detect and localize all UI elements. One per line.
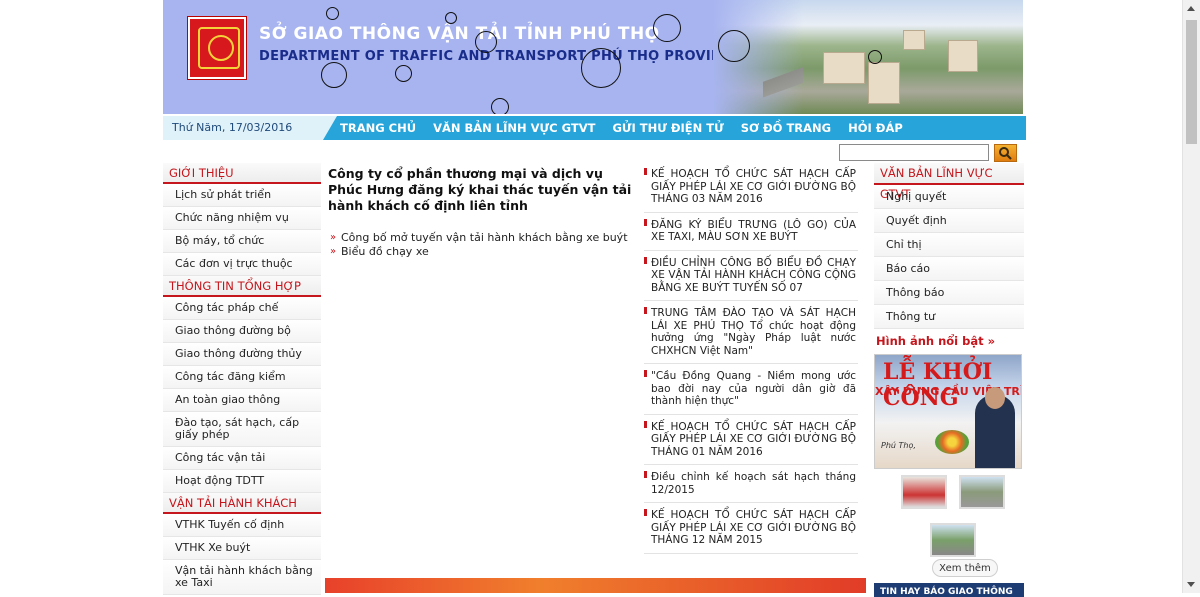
doc-item-circular[interactable]: Thông tư xyxy=(874,305,1024,329)
highlight-images-title[interactable]: Hình ảnh nổi bật » xyxy=(874,334,1024,348)
sidebar-item-history[interactable]: Lịch sử phát triển xyxy=(163,184,321,207)
news-feed-bar[interactable]: TIN HAY BÁO GIAO THÔNG xyxy=(874,583,1024,597)
provincial-emblem-icon[interactable] xyxy=(188,17,246,79)
related-link[interactable]: Công bố mở tuyến vận tải hành khách bằng… xyxy=(328,231,634,245)
speaker-figure xyxy=(975,387,1015,468)
news-item[interactable]: ĐIỀU CHỈNH CÔNG BỐ BIỂU ĐỒ CHẠY XE VẬN T… xyxy=(644,255,858,301)
nav-home[interactable]: TRANG CHỦ xyxy=(340,116,416,140)
nav-sitemap[interactable]: SƠ ĐỒ TRANG xyxy=(741,116,831,140)
annotation-circle xyxy=(321,62,347,88)
related-links: Công bố mở tuyến vận tải hành khách bằng… xyxy=(328,231,634,259)
scroll-up-icon[interactable] xyxy=(1187,6,1195,11)
annotation-circle xyxy=(475,31,497,53)
related-link[interactable]: Biểu đồ chạy xe xyxy=(328,245,634,259)
featured-headline[interactable]: Công ty cổ phần thương mại và dịch vụ Ph… xyxy=(328,166,634,214)
doc-item-report[interactable]: Báo cáo xyxy=(874,257,1024,281)
news-item[interactable]: KẾ HOẠCH TỔ CHỨC SÁT HẠCH CẤP GIẤY PHÉP … xyxy=(644,419,858,465)
sidebar-item-units[interactable]: Các đơn vị trực thuộc xyxy=(163,253,321,276)
gallery-thumbnail[interactable] xyxy=(930,523,976,557)
news-item[interactable]: KẾ HOẠCH TỔ CHỨC SÁT HẠCH CẤP GIẤY PHÉP … xyxy=(644,507,858,554)
annotation-circle xyxy=(326,7,339,20)
sidebar-item-fixed-route[interactable]: VTHK Tuyến cố định xyxy=(163,514,321,537)
news-list: KẾ HOẠCH TỔ CHỨC SÁT HẠCH CẤP GIẤY PHÉP … xyxy=(644,166,858,558)
annotation-circle xyxy=(395,65,412,82)
nav-faq[interactable]: HỎI ĐÁP xyxy=(848,116,903,140)
news-item[interactable]: TRUNG TÂM ĐÀO TẠO VÀ SÁT HẠCH LÁI XE PHÚ… xyxy=(644,305,858,364)
nav-email[interactable]: GỬI THƯ ĐIỆN TỬ xyxy=(612,116,723,140)
search-icon xyxy=(999,147,1012,160)
annotation-circle xyxy=(868,50,882,64)
sidebar-item-taxi[interactable]: Vận tải hành khách bằng xe Taxi xyxy=(163,560,321,595)
header-banner: SỞ GIAO THÔNG VẬN TẢI TỈNH PHÚ THỌ DEPAR… xyxy=(163,0,1023,114)
left-sidebar: GIỚI THIỆU Lịch sử phát triển Chức năng … xyxy=(163,163,321,595)
nav-menu: TRANG CHỦ VĂN BẢN LĨNH VỰC GTVT GỬI THƯ … xyxy=(340,116,920,140)
search-input[interactable] xyxy=(839,144,989,161)
road-graphic xyxy=(763,50,803,114)
annotation-circle xyxy=(653,14,681,42)
gallery-thumbnail[interactable] xyxy=(901,475,947,509)
section-title-intro: GIỚI THIỆU xyxy=(163,163,321,184)
current-date: Thứ Năm, 17/03/2016 xyxy=(163,116,337,140)
sidebar-item-sports[interactable]: Hoạt động TDTT xyxy=(163,470,321,493)
section-title-general-info: THÔNG TIN TỔNG HỢP xyxy=(163,276,321,297)
nav-documents[interactable]: VĂN BẢN LĨNH VỰC GTVT xyxy=(433,116,595,140)
site-title-vn: SỞ GIAO THÔNG VẬN TẢI TỈNH PHÚ THỌ xyxy=(259,24,660,44)
news-item[interactable]: KẾ HOẠCH TỔ CHỨC SÁT HẠCH CẤP GIẤY PHÉP … xyxy=(644,166,858,213)
highlight-image[interactable]: LỄ KHỞI CÔNG XÂY DỰNG CẦU VIỆT TRÌ M Phú… xyxy=(874,354,1022,469)
search-button[interactable] xyxy=(994,144,1017,162)
annotation-circle xyxy=(718,30,750,62)
sidebar-item-registry[interactable]: Công tác đăng kiểm xyxy=(163,366,321,389)
page: SỞ GIAO THÔNG VẬN TẢI TỈNH PHÚ THỌ DEPAR… xyxy=(163,0,1026,597)
main-content: Công ty cổ phần thương mại và dịch vụ Ph… xyxy=(328,166,634,259)
annotation-circle xyxy=(581,48,621,88)
sidebar-item-safety[interactable]: An toàn giao thông xyxy=(163,389,321,412)
vertical-scrollbar[interactable] xyxy=(1182,0,1200,593)
view-more-button[interactable]: Xem thêm xyxy=(932,559,998,577)
section-title-documents: VĂN BẢN LĨNH VỰC GTVT xyxy=(874,163,1024,201)
sidebar-item-legal[interactable]: Công tác pháp chế xyxy=(163,297,321,320)
section-title-passenger: VẬN TẢI HÀNH KHÁCH xyxy=(163,493,321,514)
news-item[interactable]: "Cầu Đồng Quang - Niềm mong ước bao đời … xyxy=(644,368,858,415)
sidebar-item-waterway[interactable]: Giao thông đường thủy xyxy=(163,343,321,366)
sidebar-item-training[interactable]: Đào tạo, sát hạch, cấp giấy phép xyxy=(163,412,321,447)
highlight-caption-3: Phú Thọ, xyxy=(881,441,916,450)
bottom-promo-banner[interactable] xyxy=(325,578,866,593)
main-nav: Thứ Năm, 17/03/2016 TRANG CHỦ VĂN BẢN LĨ… xyxy=(163,116,1026,140)
news-item[interactable]: Điều chỉnh kế hoạch sát hạch tháng 12/20… xyxy=(644,469,858,503)
thumbnail-gallery xyxy=(874,469,1024,569)
news-item[interactable]: ĐĂNG KÝ BIỂU TRƯNG (LÔ GO) CỦA XE TAXI, … xyxy=(644,217,858,251)
scroll-thumb[interactable] xyxy=(1186,20,1197,144)
sidebar-item-road[interactable]: Giao thông đường bộ xyxy=(163,320,321,343)
doc-item-decision[interactable]: Quyết định xyxy=(874,209,1024,233)
sidebar-item-bus[interactable]: VTHK Xe buýt xyxy=(163,537,321,560)
annotation-circle xyxy=(445,12,457,24)
doc-item-notice[interactable]: Thông báo xyxy=(874,281,1024,305)
sidebar-item-transport[interactable]: Công tác vận tải xyxy=(163,447,321,470)
flower-decoration xyxy=(935,430,969,454)
annotation-circle xyxy=(491,98,509,114)
sidebar-item-functions[interactable]: Chức năng nhiệm vụ xyxy=(163,207,321,230)
scroll-down-icon[interactable] xyxy=(1187,582,1195,587)
right-sidebar: VĂN BẢN LĨNH VỰC GTVT Nghị quyết Quyết đ… xyxy=(874,163,1024,597)
sidebar-item-organization[interactable]: Bộ máy, tổ chức xyxy=(163,230,321,253)
gallery-thumbnail[interactable] xyxy=(959,475,1005,509)
doc-item-directive[interactable]: Chỉ thị xyxy=(874,233,1024,257)
